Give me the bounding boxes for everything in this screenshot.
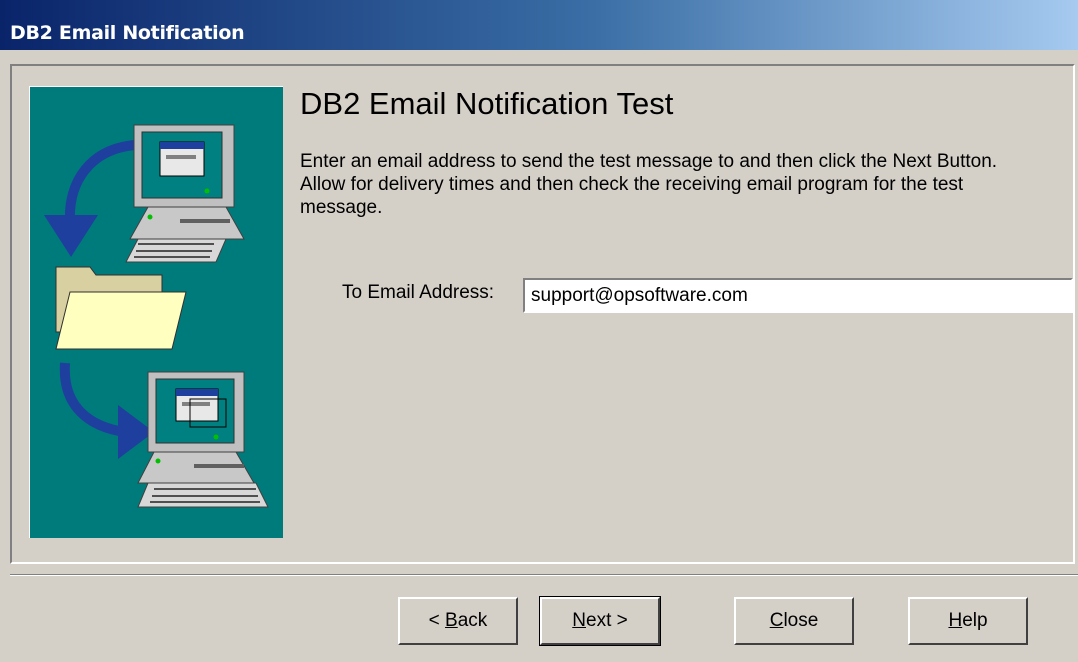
- title-bar: DB2 Email Notification: [0, 0, 1078, 50]
- window-bottom-edge: [0, 655, 1078, 662]
- next-rest: ext >: [586, 610, 628, 631]
- wizard-illustration-panel: [29, 86, 283, 538]
- next-mnemonic: N: [572, 610, 586, 631]
- close-button[interactable]: Close: [734, 597, 854, 645]
- help-button[interactable]: Help: [908, 597, 1028, 645]
- back-prefix: <: [428, 610, 446, 631]
- help-mnemonic: H: [948, 610, 963, 631]
- window-title: DB2 Email Notification: [10, 22, 245, 44]
- close-mnemonic: C: [769, 610, 784, 631]
- computer-icon: [125, 124, 245, 263]
- arrow-icon: [44, 140, 136, 257]
- to-email-address-input[interactable]: [523, 278, 1073, 313]
- arrow-icon: [59, 362, 154, 459]
- back-button[interactable]: < Back: [398, 597, 518, 645]
- instructions-text: Enter an email address to send the test …: [300, 151, 998, 218]
- next-button[interactable]: Next >: [539, 596, 661, 646]
- close-rest: lose: [783, 610, 819, 631]
- button-separator: [10, 574, 1078, 576]
- folder-icon: [55, 266, 187, 350]
- page-heading: DB2 Email Notification Test: [300, 86, 674, 121]
- email-label: To Email Address:: [342, 282, 495, 303]
- computer-icon: [137, 371, 269, 508]
- help-rest: elp: [962, 610, 988, 631]
- back-mnemonic: B: [445, 610, 458, 631]
- back-rest: ack: [457, 610, 488, 631]
- window-top-edge: [0, 50, 1078, 64]
